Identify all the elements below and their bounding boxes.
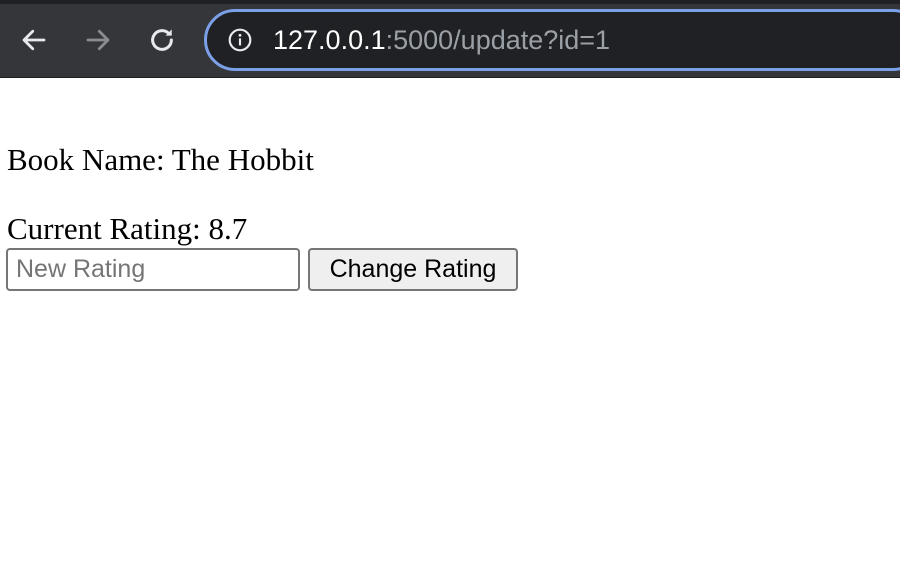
current-rating-text: Current Rating: 8.7 xyxy=(7,211,248,246)
arrow-left-icon xyxy=(22,29,46,51)
tab-strip-edge xyxy=(0,0,900,4)
arrow-right-icon xyxy=(86,29,110,51)
address-bar[interactable]: 127.0.0.1:5000/update?id=1 xyxy=(204,9,900,71)
reload-icon xyxy=(151,29,173,51)
page-content: Book Name: The Hobbit Current Rating: 8.… xyxy=(0,78,900,568)
new-rating-input[interactable] xyxy=(6,248,300,291)
reload-button[interactable] xyxy=(142,20,182,60)
forward-button[interactable] xyxy=(78,20,118,60)
change-rating-button[interactable]: Change Rating xyxy=(308,248,518,291)
back-button[interactable] xyxy=(14,20,54,60)
address-url[interactable]: 127.0.0.1:5000/update?id=1 xyxy=(273,22,610,58)
url-path: :5000/update?id=1 xyxy=(385,25,611,55)
url-host: 127.0.0.1 xyxy=(273,25,386,55)
browser-toolbar: 127.0.0.1:5000/update?id=1 xyxy=(0,0,900,78)
info-icon[interactable] xyxy=(227,27,253,53)
book-name-text: Book Name: The Hobbit xyxy=(7,142,314,177)
